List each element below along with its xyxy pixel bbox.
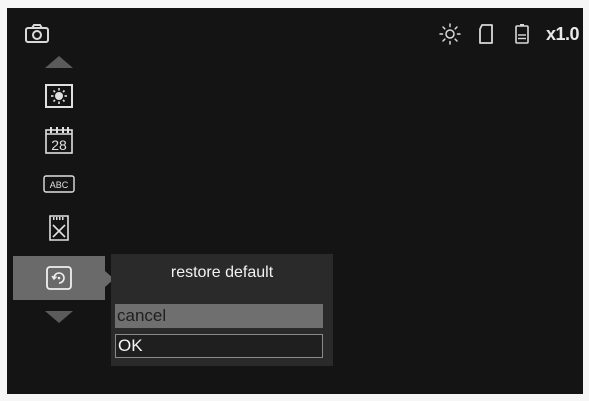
camera-icon [23, 22, 51, 46]
menu-item-brightness[interactable] [13, 74, 105, 118]
restore-icon [46, 266, 72, 290]
abc-icon: ABC [43, 175, 75, 193]
menu-item-date[interactable]: 28 [13, 118, 105, 162]
dialog-title: restore default [170, 264, 274, 281]
brightness-icon [438, 22, 462, 46]
calendar-day-label: 28 [51, 137, 67, 153]
menu-item-format-sd[interactable] [13, 206, 105, 250]
battery-icon [510, 22, 534, 46]
sd-card-icon [474, 22, 498, 46]
brightness-icon [45, 84, 73, 108]
zoom-level: x1.0 [545, 23, 580, 44]
menu-item-restore-default[interactable] [13, 256, 105, 300]
cancel-button[interactable]: cancel [115, 304, 323, 328]
scroll-up-arrow-icon[interactable] [45, 56, 73, 68]
ok-button[interactable]: OK [115, 334, 323, 358]
calendar-icon: 28 [45, 127, 73, 154]
scroll-down-arrow-icon[interactable] [45, 311, 73, 323]
restore-default-dialog: restore default cancel OK [111, 254, 333, 366]
camera-screen: x1.0 28 ABC restore default cancel OK [7, 8, 583, 394]
menu-item-text[interactable]: ABC [13, 162, 105, 206]
format-sd-icon [49, 215, 69, 241]
abc-label: ABC [50, 180, 69, 190]
status-bar: x1.0 [438, 22, 580, 46]
